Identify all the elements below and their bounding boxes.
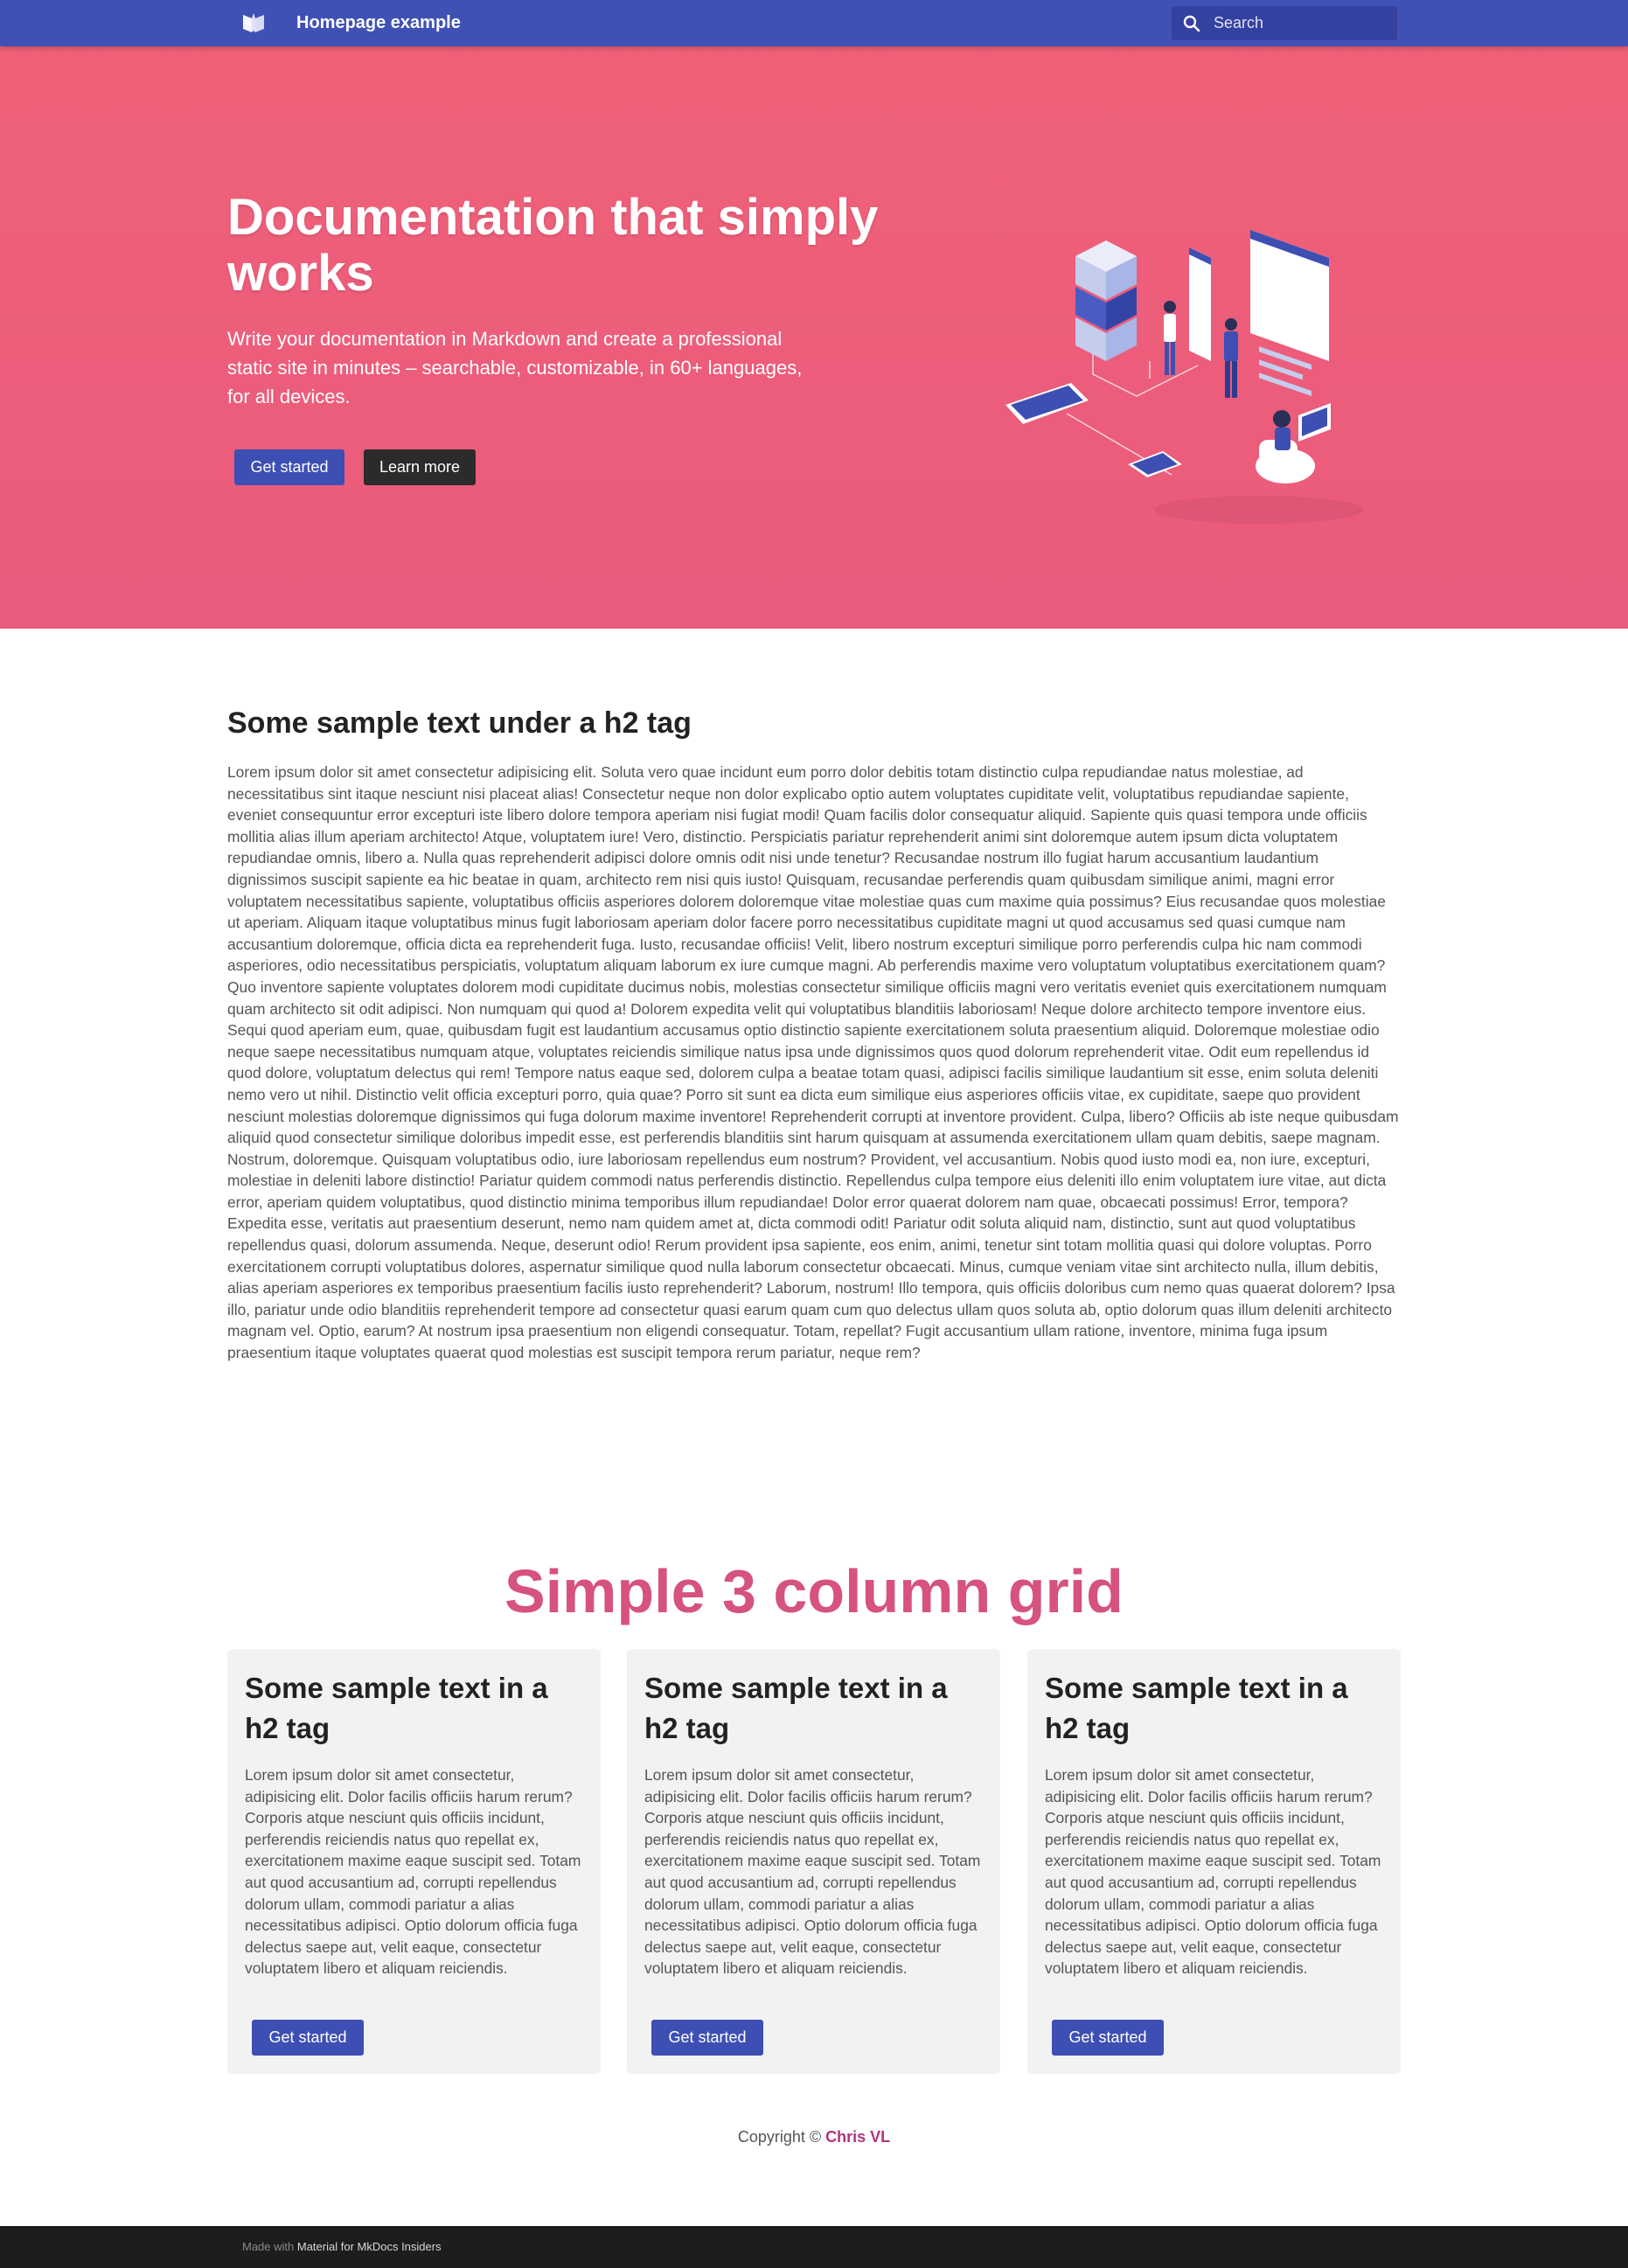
- card-get-started-button[interactable]: Get started: [252, 2020, 364, 2056]
- top-app-bar: Homepage example: [0, 0, 1628, 46]
- footer-credit: Made with Material for MkDocs Insiders: [242, 2240, 442, 2253]
- hero-illustration: [1005, 230, 1364, 524]
- server-stack: [1075, 240, 1137, 361]
- copyright-author-link[interactable]: Chris VL: [825, 2128, 890, 2146]
- section-heading: Some sample text under a h2 tag: [227, 706, 692, 740]
- hero-description: Write your documentation in Markdown and…: [227, 328, 803, 407]
- site-title[interactable]: Homepage example: [296, 11, 461, 34]
- card-get-started-button[interactable]: Get started: [651, 2020, 763, 2056]
- learn-more-button[interactable]: Learn more: [364, 449, 476, 485]
- book-open-icon[interactable]: [241, 11, 266, 34]
- footer-material-link[interactable]: Material for MkDocs Insiders: [297, 2240, 442, 2253]
- get-started-button[interactable]: Get started: [234, 449, 344, 485]
- grid-title: Simple 3 column grid: [504, 1557, 1124, 1625]
- copyright-prefix: Copyright ©: [737, 2128, 822, 2146]
- search-input[interactable]: [1214, 6, 1388, 40]
- grid-card: Some sample text in a h2 tag Lorem ipsum…: [227, 1649, 601, 2074]
- card-heading: Some sample text in a h2 tag: [1045, 1672, 1348, 1744]
- footer: Made with Material for MkDocs Insiders: [0, 2226, 1628, 2268]
- grid-card: Some sample text in a h2 tag Lorem ipsum…: [1027, 1649, 1401, 2074]
- footer-made-with: Made with: [242, 2240, 295, 2253]
- section-body-text: Lorem ipsum dolor sit amet consectetur a…: [227, 763, 1399, 1362]
- card-body-text: Lorem ipsum dolor sit amet consectetur, …: [644, 1766, 981, 1978]
- card-body-text: Lorem ipsum dolor sit amet consectetur, …: [1045, 1766, 1381, 1978]
- seated-person: [1256, 403, 1331, 484]
- hero-section: Documentation that simply works Write yo…: [0, 46, 1628, 629]
- grid-card: Some sample text in a h2 tag Lorem ipsum…: [627, 1649, 1000, 2074]
- card-heading: Some sample text in a h2 tag: [644, 1672, 948, 1744]
- copyright: Copyright © Chris VL: [0, 2128, 1628, 2146]
- card-get-started-button[interactable]: Get started: [1052, 2020, 1164, 2056]
- hero-title: Documentation that simply works: [227, 189, 879, 302]
- card-body-text: Lorem ipsum dolor sit amet consectetur, …: [245, 1766, 581, 1978]
- search-box[interactable]: [1172, 6, 1397, 40]
- card-heading: Some sample text in a h2 tag: [245, 1672, 548, 1744]
- magnify-icon: [1183, 15, 1200, 32]
